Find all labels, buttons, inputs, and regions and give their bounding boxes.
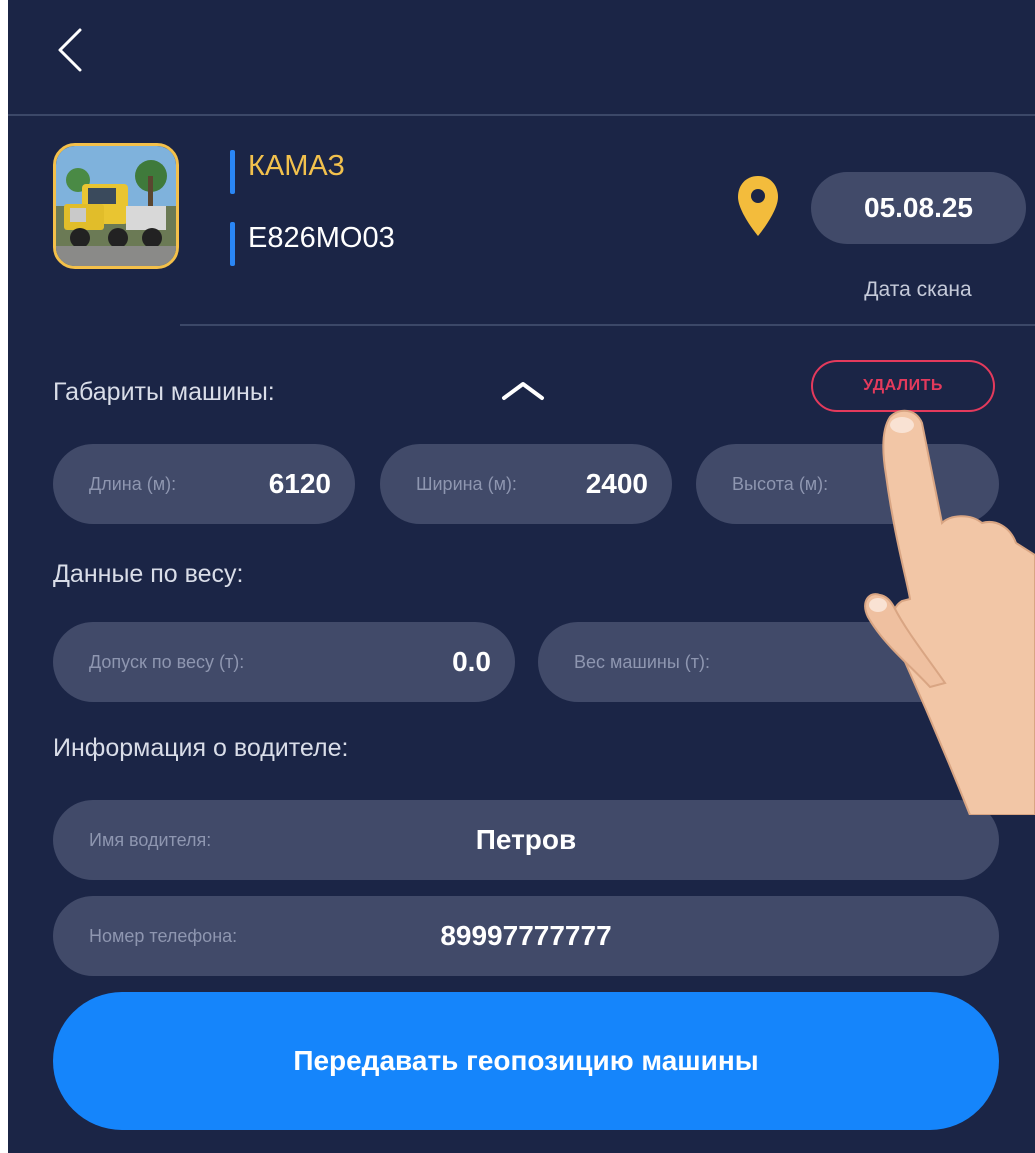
height-label: Высота (м):	[732, 473, 829, 494]
weight-title: Данные по весу:	[53, 560, 244, 588]
chevron-left-icon[interactable]	[52, 26, 92, 74]
scan-date-badge: 05.08.25	[811, 172, 1026, 244]
width-field[interactable]: Ширина (м): 2400	[380, 444, 672, 524]
phone-field[interactable]: Номер телефона: 89997777777	[53, 896, 999, 976]
length-field[interactable]: Длина (м): 6120	[53, 444, 355, 524]
truck-photo	[53, 143, 179, 269]
weight-tolerance-label: Допуск по весу (т):	[89, 651, 245, 672]
weight-tolerance-field[interactable]: Допуск по весу (т): 0.0	[53, 622, 515, 702]
width-value: 2400	[585, 468, 648, 499]
vehicle-weight-label: Вес машины (т):	[574, 651, 711, 672]
section-divider	[180, 324, 1035, 326]
vehicle-details-screen: КАМАЗ Е826МО03 05.08.25 Дата скана Габар…	[8, 0, 1035, 1153]
length-value: 6120	[268, 468, 331, 499]
height-field[interactable]: Высота (м): 2	[696, 444, 999, 524]
driver-name-label: Имя водителя:	[89, 829, 212, 850]
vehicle-plate: Е826МО03	[248, 222, 395, 254]
width-label: Ширина (м):	[416, 473, 517, 494]
weight-tolerance-value: 0.0	[452, 646, 491, 677]
height-value: 2	[899, 468, 915, 499]
map-pin-icon[interactable]	[735, 174, 781, 240]
chevron-up-icon[interactable]	[498, 376, 548, 406]
header-divider	[8, 114, 1035, 116]
delete-button[interactable]: УДАЛИТЬ	[811, 360, 995, 412]
scan-date-label: Дата скана	[864, 278, 972, 301]
plate-marker	[230, 222, 235, 266]
driver-name-field[interactable]: Имя водителя: Петров	[53, 800, 999, 880]
dimensions-title: Габариты машины:	[53, 378, 275, 406]
brand-marker	[230, 150, 235, 194]
phone-label: Номер телефона:	[89, 925, 238, 946]
vehicle-weight-field[interactable]: Вес машины (т):	[538, 622, 999, 702]
length-label: Длина (м):	[89, 473, 177, 494]
vehicle-brand: КАМАЗ	[248, 150, 345, 182]
share-location-button[interactable]: Передавать геопозицию машины	[53, 992, 999, 1130]
driver-title: Информация о водителе:	[53, 734, 349, 762]
